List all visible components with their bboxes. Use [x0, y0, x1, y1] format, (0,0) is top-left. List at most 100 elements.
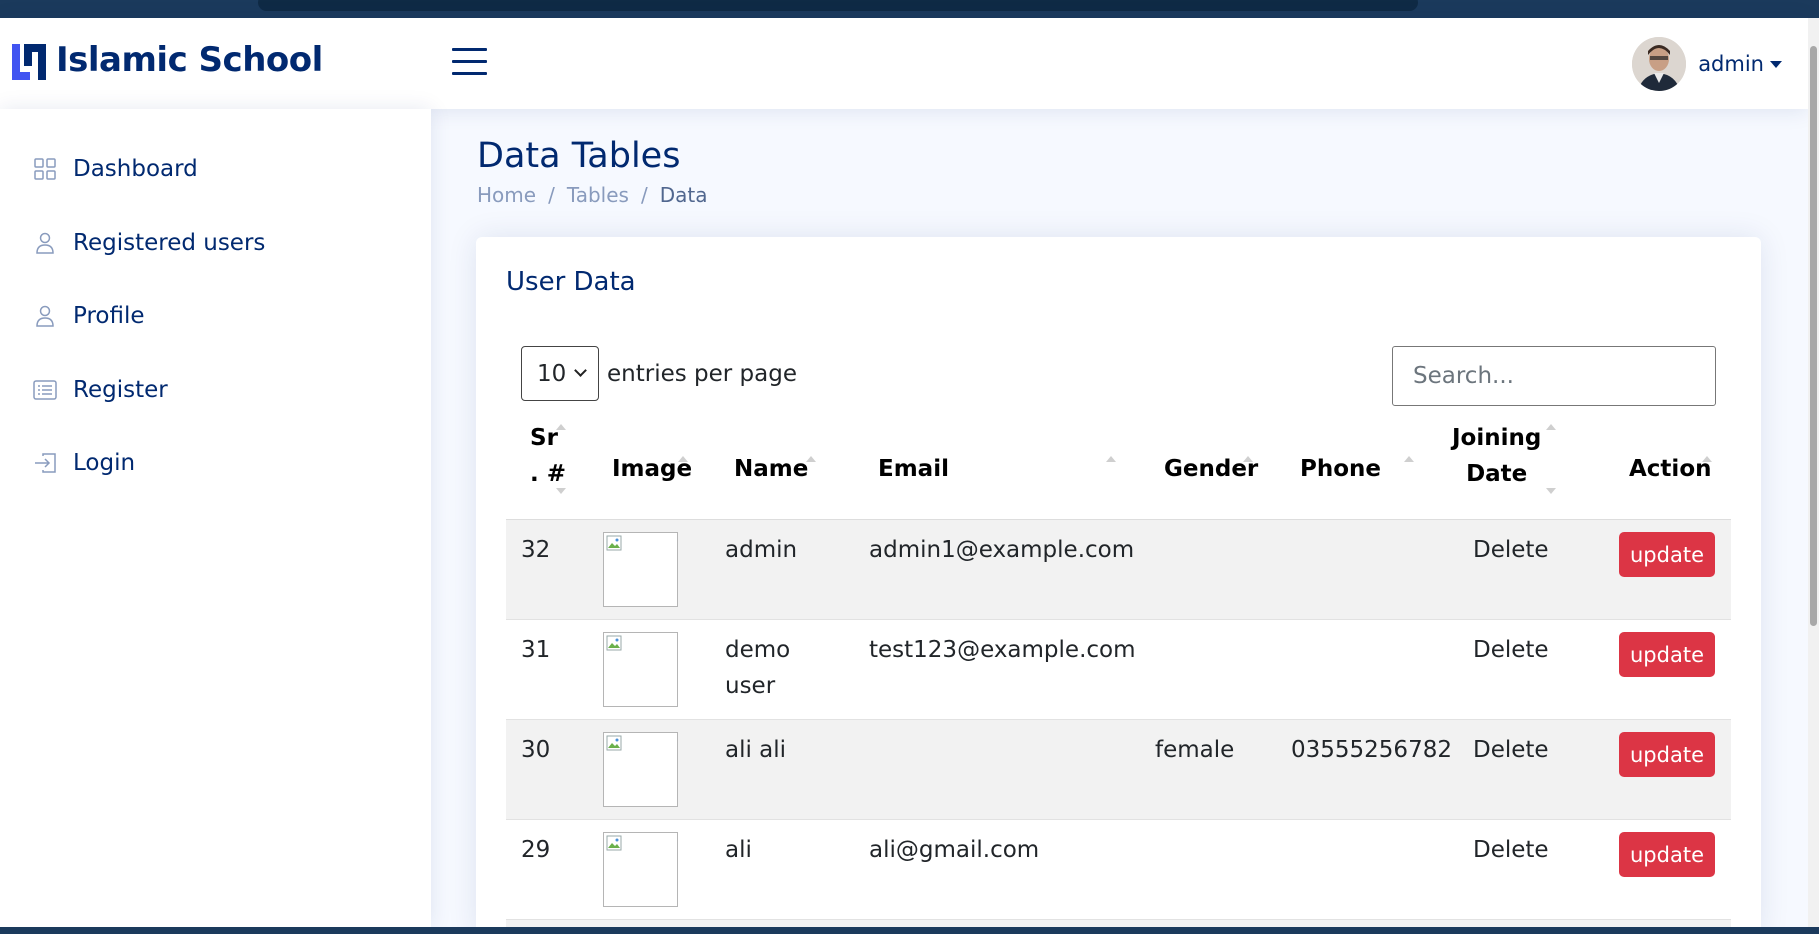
- menu-toggle-icon[interactable]: [452, 48, 487, 78]
- delete-link[interactable]: Delete: [1473, 732, 1549, 768]
- sort-icon[interactable]: [678, 456, 690, 526]
- user-dropdown[interactable]: admin: [1632, 37, 1782, 91]
- column-header-action[interactable]: Action: [1629, 456, 1712, 482]
- scrollbar-thumb[interactable]: [1810, 46, 1817, 626]
- logo[interactable]: Islamic School: [10, 40, 323, 80]
- user-table: Sr . # Image Name Email Gender Phone Joi…: [506, 420, 1731, 934]
- update-button[interactable]: update: [1619, 532, 1715, 577]
- cell-email: admin1@example.com: [869, 537, 1135, 563]
- cell-sr: 32: [521, 537, 551, 563]
- sidebar-item-label: Dashboard: [73, 156, 198, 182]
- sort-icon[interactable]: [806, 456, 818, 526]
- user-image: [603, 532, 678, 607]
- delete-link[interactable]: Delete: [1473, 532, 1549, 568]
- sort-icon[interactable]: [1243, 456, 1255, 526]
- top-header: Islamic School admin: [0, 18, 1808, 109]
- table-row: 31 demo user test123@example.com Delete …: [506, 620, 1731, 720]
- sidebar-item-dashboard[interactable]: Dashboard: [33, 156, 198, 182]
- sidebar-item-registered-users[interactable]: Registered users: [33, 230, 265, 256]
- sidebar-item-label: Registered users: [73, 230, 266, 256]
- user-image: [603, 632, 678, 707]
- sidebar-item-profile[interactable]: Profile: [33, 303, 145, 329]
- caret-down-icon: [1770, 60, 1782, 68]
- sidebar: Dashboard Registered users Profile Regis…: [0, 109, 431, 927]
- sidebar-item-label: Profile: [73, 303, 145, 329]
- sort-icon[interactable]: [1546, 424, 1558, 494]
- table-row: 30 ali ali female 03555256782 Delete upd…: [506, 720, 1731, 820]
- broken-image-icon: [606, 535, 622, 551]
- column-header-line: Date: [1466, 461, 1528, 487]
- delete-link[interactable]: Delete: [1473, 632, 1549, 668]
- table-row: 32 admin admin1@example.com Delete updat…: [506, 520, 1731, 620]
- cell-name-line: ali ali: [725, 737, 787, 763]
- vertical-scrollbar[interactable]: [1808, 18, 1819, 927]
- cell-name: demo user: [725, 632, 790, 704]
- broken-image-icon: [606, 835, 622, 851]
- card-title: User Data: [506, 267, 636, 297]
- table-header: Sr . # Image Name Email Gender Phone Joi…: [506, 420, 1731, 526]
- cell-sr: 29: [521, 837, 551, 863]
- search-input[interactable]: Search...: [1392, 346, 1716, 406]
- cell-email: ali@gmail.com: [869, 837, 1040, 863]
- cell-name: ali: [725, 832, 752, 868]
- box-arrow-in-right-icon: [33, 451, 57, 475]
- column-header-name[interactable]: Name: [734, 456, 808, 482]
- sort-icon[interactable]: [1106, 456, 1118, 526]
- breadcrumb-tables[interactable]: Tables: [567, 183, 629, 207]
- cell-email: test123@example.com: [869, 637, 1136, 663]
- update-button[interactable]: update: [1619, 832, 1715, 877]
- person-icon: [33, 231, 57, 255]
- breadcrumb-home[interactable]: Home: [477, 183, 536, 207]
- column-header-line: Joining: [1452, 425, 1542, 451]
- broken-image-icon: [606, 735, 622, 751]
- cell-sr: 30: [521, 737, 551, 763]
- cell-sr: 31: [521, 637, 551, 663]
- cell-name: ali ali: [725, 732, 786, 768]
- chevron-down-icon: [574, 364, 588, 377]
- broken-image-icon: [606, 635, 622, 651]
- per-page-value: 10: [537, 360, 567, 387]
- sort-icon[interactable]: [1404, 456, 1416, 526]
- breadcrumb-separator: /: [640, 183, 648, 207]
- breadcrumb-separator: /: [548, 183, 555, 207]
- per-page-control: 10 entries per page: [521, 346, 797, 401]
- cell-name-line: admin: [725, 537, 798, 563]
- cell-name-line: user: [725, 673, 776, 699]
- cell-name-line: demo: [725, 637, 791, 663]
- sidebar-item-register[interactable]: Register: [33, 377, 168, 403]
- browser-chrome: [0, 0, 1819, 18]
- delete-link[interactable]: Delete: [1473, 832, 1549, 868]
- sidebar-item-login[interactable]: Login: [33, 450, 135, 476]
- address-bar[interactable]: [258, 0, 1418, 11]
- app-name: Islamic School: [56, 40, 323, 80]
- column-header-joining-date[interactable]: Joining Date: [1452, 420, 1541, 492]
- user-data-card: User Data 10 entries per page Search... …: [476, 237, 1761, 934]
- taskbar-edge: [0, 927, 1819, 934]
- sort-icon[interactable]: [556, 424, 568, 494]
- per-page-label: entries per page: [607, 360, 797, 387]
- person-icon: [33, 304, 57, 328]
- breadcrumb: Home / Tables / Data: [477, 183, 707, 207]
- avatar: [1632, 37, 1687, 91]
- search-placeholder: Search...: [1413, 363, 1514, 389]
- table-row: 29 ali ali@gmail.com Delete update: [506, 820, 1731, 920]
- user-image: [603, 732, 678, 807]
- per-page-select[interactable]: 10: [521, 346, 599, 401]
- sidebar-item-label: Login: [73, 450, 136, 476]
- update-button[interactable]: update: [1619, 632, 1715, 677]
- logo-icon: [10, 40, 48, 80]
- user-name: admin: [1698, 52, 1764, 76]
- breadcrumb-current: Data: [659, 183, 708, 207]
- sidebar-item-label: Register: [73, 377, 168, 403]
- cell-name: admin: [725, 532, 797, 568]
- grid-icon: [33, 157, 57, 181]
- column-header-email[interactable]: Email: [878, 456, 949, 482]
- update-button[interactable]: update: [1619, 732, 1715, 777]
- page-title: Data Tables: [477, 136, 681, 176]
- sort-icon[interactable]: [1702, 456, 1714, 526]
- cell-name-line: ali: [725, 837, 752, 863]
- user-image: [603, 832, 678, 907]
- column-header-phone[interactable]: Phone: [1300, 456, 1381, 482]
- card-list-icon: [33, 378, 57, 402]
- cell-gender: female: [1155, 737, 1235, 763]
